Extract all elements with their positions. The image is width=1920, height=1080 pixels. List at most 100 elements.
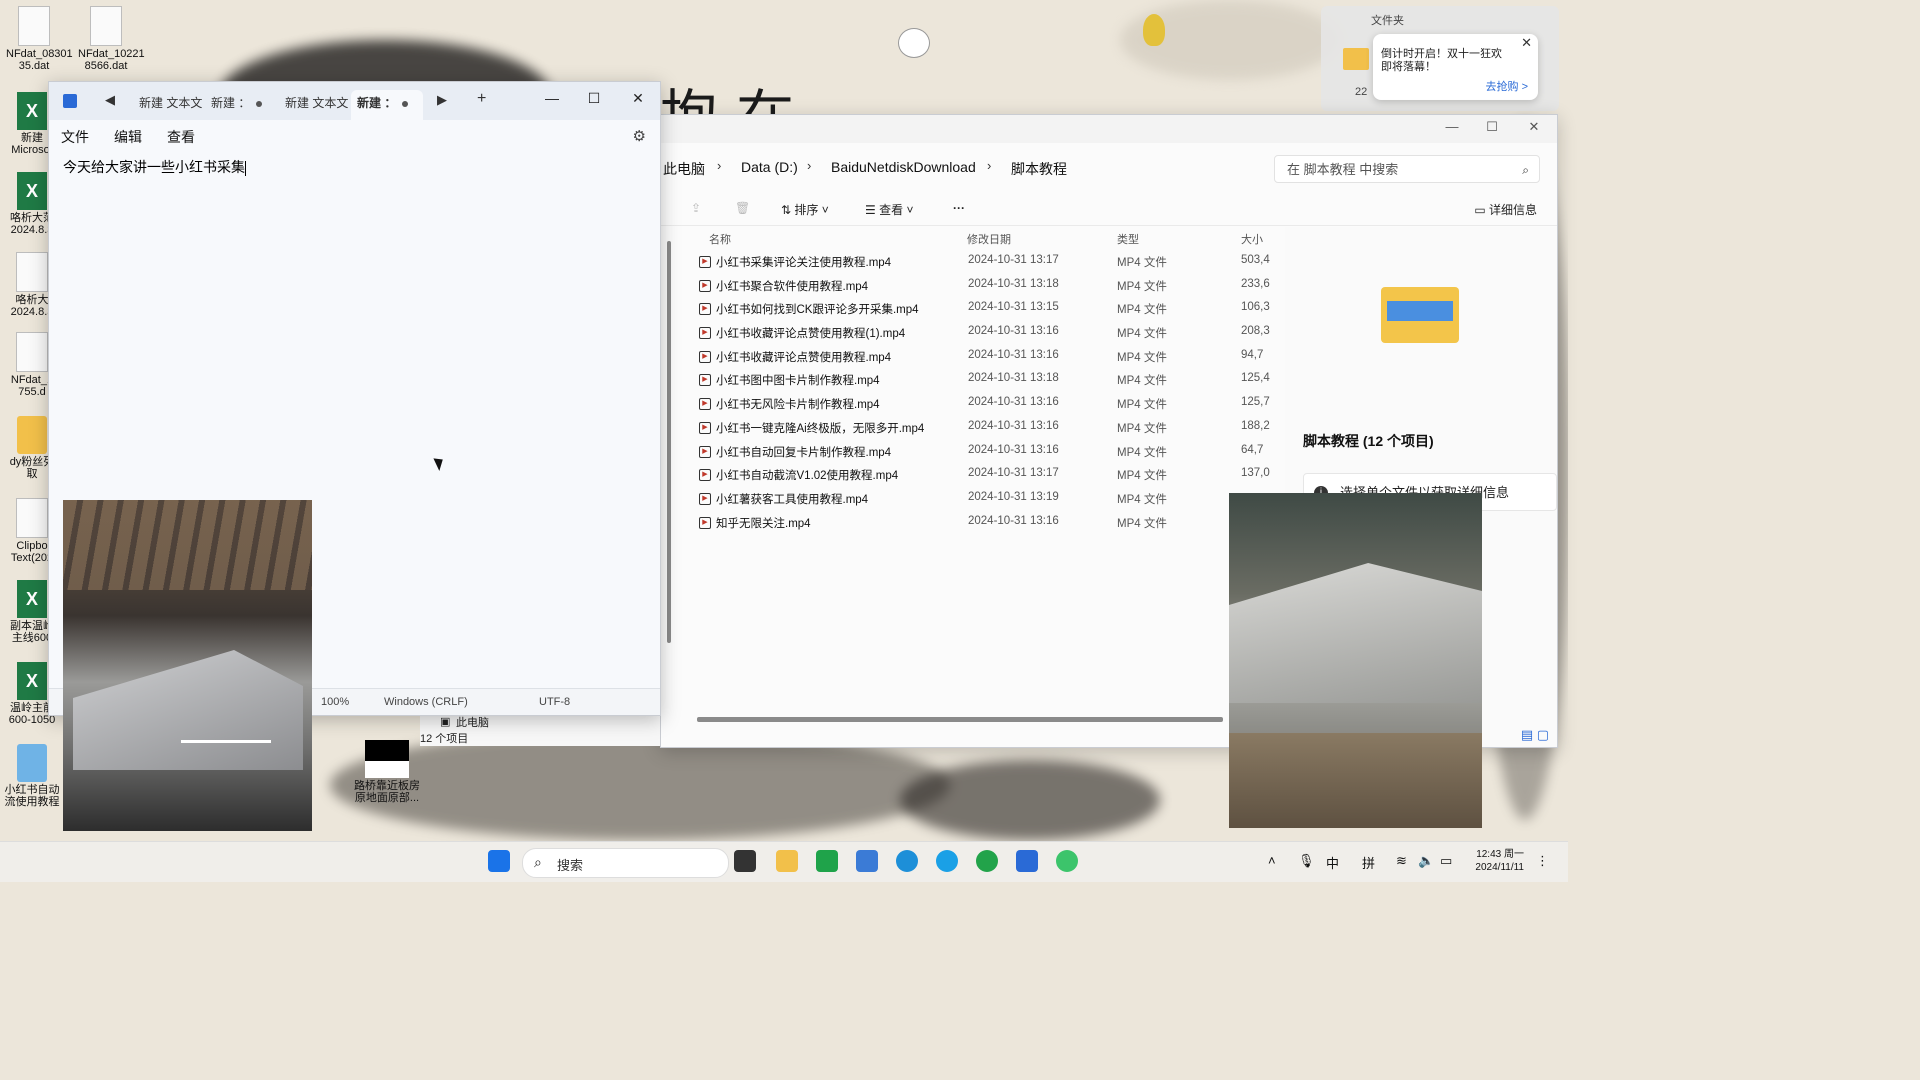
promo-notification[interactable]: ✕ 倒计时开启！双十一狂欢即将落幕！ 去抢购 > — [1373, 34, 1538, 100]
desktop-icon-shortcut[interactable]: 小红书自动 流使用教程 — [4, 744, 60, 808]
column-header-date[interactable]: 修改日期 — [967, 231, 1011, 247]
notification-action-link[interactable]: 去抢购 > — [1486, 78, 1528, 94]
menu-edit[interactable]: 编辑 — [114, 127, 142, 147]
close-button[interactable]: ✕ — [1519, 119, 1549, 135]
minimize-button[interactable]: — — [537, 86, 567, 110]
excel-icon: X — [17, 580, 47, 618]
light-bar — [181, 740, 271, 743]
more-options-button[interactable]: ··· — [953, 201, 965, 215]
start-button-icon[interactable] — [488, 850, 510, 872]
close-icon[interactable]: ✕ — [1521, 35, 1532, 51]
photos-icon[interactable] — [856, 850, 878, 872]
chevron-right-icon: › — [987, 158, 992, 173]
file-row[interactable]: ▶ 知乎无限关注.mp4 2024-10-31 13:16 MP4 文件 — [697, 510, 1281, 534]
text-editor[interactable]: 今天给大家讲一些小红书采集 — [63, 157, 246, 177]
maximize-button[interactable]: ☐ — [1477, 119, 1507, 135]
file-row[interactable]: ▶ 小红书图中图卡片制作教程.mp4 2024-10-31 13:18 MP4 文件 1… — [697, 367, 1281, 391]
close-button[interactable]: ✕ — [623, 86, 653, 110]
explorer-status-area: ▣ 此电脑 12 个项目 — [420, 714, 660, 746]
menu-file[interactable]: 文件 — [61, 127, 89, 147]
wifi-icon[interactable]: ≋ — [1396, 853, 1407, 869]
column-header-size[interactable]: 大小 — [1241, 231, 1263, 247]
microphone-icon[interactable]: 🎙 — [1298, 853, 1315, 869]
maximize-button[interactable]: ☐ — [579, 86, 609, 110]
file-row[interactable]: ▶ 小红书聚合软件使用教程.mp4 2024-10-31 13:18 MP4 文件 23… — [697, 273, 1281, 297]
file-row[interactable]: ▶ 小红书自动回复卡片制作教程.mp4 2024-10-31 13:16 MP4 文件… — [697, 439, 1281, 463]
breadcrumb-current[interactable]: 脚本教程 — [1011, 159, 1067, 179]
horizontal-scrollbar[interactable] — [697, 717, 1223, 722]
column-header-type[interactable]: 类型 — [1117, 231, 1139, 247]
browser-icon[interactable] — [936, 850, 958, 872]
file-row[interactable]: ▶ 小红书如何找到CK跟评论多开采集.mp4 2024-10-31 13:15 MP4… — [697, 296, 1281, 320]
menu-view[interactable]: 查看 — [167, 127, 195, 147]
file-list: 名称 修改日期 类型 大小 ▶ 小红书采集评论关注使用教程.mp4 2024-10-… — [697, 227, 1281, 533]
nav-pane-scrollbar[interactable] — [667, 241, 671, 643]
system-clock[interactable]: 12:43 周一 2024/11/11 — [1475, 848, 1524, 874]
file-row[interactable]: ▶ 小红书无风险卡片制作教程.mp4 2024-10-31 13:16 MP4 文件 1… — [697, 391, 1281, 415]
view-button[interactable]: ☰ 查看 ˅ — [865, 201, 913, 218]
taskbar-search[interactable]: ⌕ 搜索 — [522, 848, 729, 878]
desktop-icon-file[interactable]: NFdat_10221 8566.dat — [78, 6, 145, 72]
zoom-level[interactable]: 100% — [321, 696, 349, 708]
new-tab-button[interactable]: + — [477, 90, 486, 108]
tab-2[interactable]: 新建 ： — [205, 90, 279, 120]
video-overlay-left[interactable] — [63, 500, 312, 831]
tab-scroll-right-icon[interactable]: ▶ — [437, 92, 447, 108]
sort-button[interactable]: ⇅ 排序 ˅ — [781, 201, 829, 218]
file-date: 2024-10-31 13:16 — [968, 443, 1059, 456]
details-pane-button[interactable]: ▭ 详细信息 — [1474, 201, 1537, 218]
vehicle — [73, 650, 303, 770]
tab-scroll-left-icon[interactable]: ◀ — [105, 92, 115, 108]
video-overlay-right[interactable] — [1229, 493, 1482, 828]
breadcrumb-drive[interactable]: Data (D:) — [741, 159, 798, 175]
search-input[interactable]: 在 脚本教程 中搜索 ⌕ — [1274, 155, 1540, 183]
file-row[interactable]: ▶ 小红薯获客工具使用教程.mp4 2024-10-31 13:19 MP4 文件 — [697, 486, 1281, 510]
share-icon[interactable]: ⇪ — [691, 201, 701, 215]
breadcrumb-this-pc[interactable]: 此电脑 — [663, 159, 705, 179]
wechat-icon[interactable] — [1056, 850, 1078, 872]
file-explorer-icon[interactable] — [776, 850, 798, 872]
nav-item-this-pc[interactable]: 此电脑 — [456, 714, 489, 730]
file-row[interactable]: ▶ 小红书一键克隆Ai终极版，无限多开.mp4 2024-10-31 13:16 MP… — [697, 415, 1281, 439]
edge-icon[interactable] — [896, 850, 918, 872]
tab-4-active[interactable]: 新建 ： — [351, 90, 423, 120]
notification-center-icon[interactable]: ⋮ — [1536, 853, 1549, 869]
folder-icon — [1343, 48, 1369, 70]
file-row[interactable]: ▶ 小红书采集评论关注使用教程.mp4 2024-10-31 13:17 MP4 文件… — [697, 249, 1281, 273]
file-date: 2024-10-31 13:16 — [968, 514, 1059, 527]
file-row[interactable]: ▶ 小红书自动截流V1.02使用教程.mp4 2024-10-31 13:17 MP4… — [697, 462, 1281, 486]
file-row[interactable]: ▶ 小红书收藏评论点赞使用教程.mp4 2024-10-31 13:16 MP4 文件… — [697, 344, 1281, 368]
file-size: 106,3 — [1241, 301, 1270, 314]
column-header-name[interactable]: 名称 — [709, 231, 731, 247]
minimize-button[interactable]: — — [1437, 119, 1467, 134]
desktop-icon-file[interactable]: NFdat_08301 35.dat — [6, 6, 73, 72]
tab-label: 新建 文本文 — [285, 96, 349, 110]
recorder-icon[interactable] — [976, 850, 998, 872]
store-icon[interactable] — [816, 850, 838, 872]
battery-icon[interactable]: ▭ — [1440, 853, 1452, 869]
task-view-icon[interactable] — [734, 850, 756, 872]
file-row[interactable]: ▶ 小红书收藏评论点赞使用教程(1).mp4 2024-10-31 13:16 MP4… — [697, 320, 1281, 344]
file-name: 小红书无风险卡片制作教程.mp4 — [716, 399, 880, 412]
video-file-icon: ▶ — [699, 279, 711, 292]
encoding[interactable]: UTF-8 — [539, 696, 570, 708]
ime-language[interactable]: 中 — [1326, 853, 1339, 872]
file-icon — [16, 332, 48, 372]
delete-icon[interactable]: 🗑 — [735, 201, 750, 215]
notepad-taskbar-icon[interactable] — [1016, 850, 1038, 872]
chevron-up-icon[interactable]: ˄ — [1268, 853, 1276, 868]
tab-3[interactable]: 新建 文本文 — [279, 90, 357, 120]
breadcrumb-folder[interactable]: BaiduNetdiskDownload — [831, 159, 976, 175]
gear-icon[interactable]: ⚙ — [633, 127, 646, 145]
notification-message: 倒计时开启！双十一狂欢即将落幕！ — [1381, 48, 1502, 73]
volume-icon[interactable]: 🔈 — [1418, 853, 1434, 869]
line-ending[interactable]: Windows (CRLF) — [384, 696, 468, 708]
view-toggle-icons[interactable]: ▤ ▢ — [1521, 727, 1549, 743]
file-date: 2024-10-31 13:16 — [968, 419, 1059, 432]
address-bar[interactable]: 此电脑 › Data (D:) › BaiduNetdiskDownload ›… — [661, 143, 1271, 189]
video-file-icon: ▶ — [699, 327, 711, 340]
file-size: 503,4 — [1241, 254, 1270, 266]
desktop-icon-image[interactable]: 路桥靠近板房 原地面原部... — [352, 740, 422, 804]
ime-mode[interactable]: 拼 — [1362, 853, 1375, 872]
tab-1[interactable]: 新建 文本文 — [133, 90, 211, 120]
